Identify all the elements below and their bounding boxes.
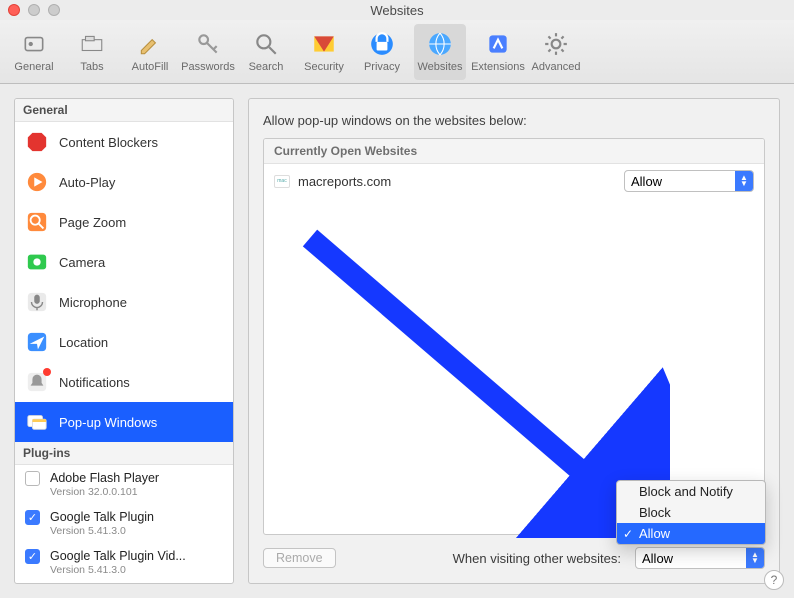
list-header: Currently Open Websites (264, 139, 764, 164)
websites-list: Currently Open Websites mac macreports.c… (263, 138, 765, 535)
sidebar-item-label: Page Zoom (59, 215, 126, 230)
sidebar-item-page-zoom[interactable]: Page Zoom (15, 202, 233, 242)
plugin-version: Version 32.0.0.101 (50, 486, 159, 498)
pencil-icon (137, 31, 163, 57)
sidebar-section-general-header: General (15, 99, 233, 122)
sidebar-item-label: Notifications (59, 375, 130, 390)
sidebar-item-label: Location (59, 335, 108, 350)
gear-icon (543, 31, 569, 57)
key-icon (195, 31, 221, 57)
site-policy-select[interactable]: Allow ▲▼ (624, 170, 754, 192)
sidebar-item-label: Content Blockers (59, 135, 158, 150)
plugin-row-flash[interactable]: Adobe Flash Player Version 32.0.0.101 (15, 465, 233, 504)
window-controls (8, 4, 60, 16)
toolbar-general[interactable]: General (8, 24, 60, 80)
extensions-icon (485, 31, 511, 57)
sidebar-item-label: Camera (59, 255, 105, 270)
plugin-label: Google Talk Plugin Vid... (50, 549, 186, 564)
toolbar-security[interactable]: Security (298, 24, 350, 80)
plugin-checkbox[interactable]: ✓ (25, 510, 40, 525)
plugin-row-talk-video[interactable]: ✓ Google Talk Plugin Vid... Version 5.41… (15, 543, 233, 582)
sidebar-item-label: Microphone (59, 295, 127, 310)
help-button[interactable]: ? (764, 570, 784, 590)
close-window-button[interactable] (8, 4, 20, 16)
sidebar-item-camera[interactable]: Camera (15, 242, 233, 282)
toolbar-websites[interactable]: Websites (414, 24, 466, 80)
policy-option-allow[interactable]: ✓ Allow (617, 523, 765, 544)
toolbar-privacy[interactable]: Privacy (356, 24, 408, 80)
toolbar-extensions[interactable]: Extensions (472, 24, 524, 80)
chevron-updown-icon: ▲▼ (735, 171, 753, 191)
site-name: macreports.com (298, 174, 616, 189)
select-value: Allow (642, 551, 673, 566)
checkmark-icon: ✓ (623, 527, 633, 541)
remove-button[interactable]: Remove (263, 548, 336, 568)
stop-sign-icon (25, 130, 49, 154)
menu-item-label: Block and Notify (639, 484, 733, 499)
policy-popup-menu[interactable]: Block and Notify Block ✓ Allow (616, 480, 766, 545)
toolbar-passwords[interactable]: Passwords (182, 24, 234, 80)
search-icon (253, 31, 279, 57)
sidebar-item-autoplay[interactable]: Auto-Play (15, 162, 233, 202)
plugin-label: Google Talk Plugin (50, 510, 154, 525)
sidebar-item-microphone[interactable]: Microphone (15, 282, 233, 322)
sidebar: General Content Blockers Auto-Play Page … (14, 98, 234, 584)
maximize-window-button[interactable] (48, 4, 60, 16)
tabs-icon (79, 31, 105, 57)
menu-item-label: Allow (639, 526, 670, 541)
sidebar-section-plugins-header: Plug-ins (15, 442, 233, 465)
sidebar-item-popup-windows[interactable]: Pop-up Windows (15, 402, 233, 442)
favicon-icon: mac (274, 175, 290, 188)
globe-icon (427, 31, 453, 57)
chevron-updown-icon: ▲▼ (746, 548, 764, 568)
camera-icon (25, 250, 49, 274)
microphone-icon (25, 290, 49, 314)
select-value: Allow (631, 174, 662, 189)
notification-badge-icon (43, 368, 51, 376)
sidebar-item-location[interactable]: Location (15, 322, 233, 362)
sidebar-item-notifications[interactable]: Notifications (15, 362, 233, 402)
plugin-checkbox[interactable]: ✓ (25, 549, 40, 564)
main-heading: Allow pop-up windows on the websites bel… (263, 113, 765, 128)
site-row[interactable]: mac macreports.com Allow ▲▼ (264, 164, 764, 198)
titlebar: Websites (0, 0, 794, 20)
switch-icon (21, 31, 47, 57)
popup-windows-icon (25, 410, 49, 434)
toolbar-advanced[interactable]: Advanced (530, 24, 582, 80)
other-websites-label: When visiting other websites: (453, 551, 621, 566)
plugin-row-talk[interactable]: ✓ Google Talk Plugin Version 5.41.3.0 (15, 504, 233, 543)
plugin-checkbox[interactable] (25, 471, 40, 486)
plugin-version: Version 5.41.3.0 (50, 525, 154, 537)
toolbar-autofill[interactable]: AutoFill (124, 24, 176, 80)
toolbar-search[interactable]: Search (240, 24, 292, 80)
toolbar-tabs[interactable]: Tabs (66, 24, 118, 80)
privacy-icon (369, 31, 395, 57)
minimize-window-button[interactable] (28, 4, 40, 16)
plugin-version: Version 5.41.3.0 (50, 564, 186, 576)
other-policy-select[interactable]: Allow ▲▼ (635, 547, 765, 569)
sidebar-item-label: Pop-up Windows (59, 415, 157, 430)
policy-option-block-notify[interactable]: Block and Notify (617, 481, 765, 502)
menu-item-label: Block (639, 505, 671, 520)
zoom-icon (25, 210, 49, 234)
preferences-toolbar: General Tabs AutoFill Passwords Search S… (0, 20, 794, 84)
sidebar-item-content-blockers[interactable]: Content Blockers (15, 122, 233, 162)
play-icon (25, 170, 49, 194)
sidebar-item-label: Auto-Play (59, 175, 115, 190)
policy-option-block[interactable]: Block (617, 502, 765, 523)
plugin-label: Adobe Flash Player (50, 471, 159, 486)
location-icon (25, 330, 49, 354)
lock-icon (311, 31, 337, 57)
window-title: Websites (370, 3, 423, 18)
